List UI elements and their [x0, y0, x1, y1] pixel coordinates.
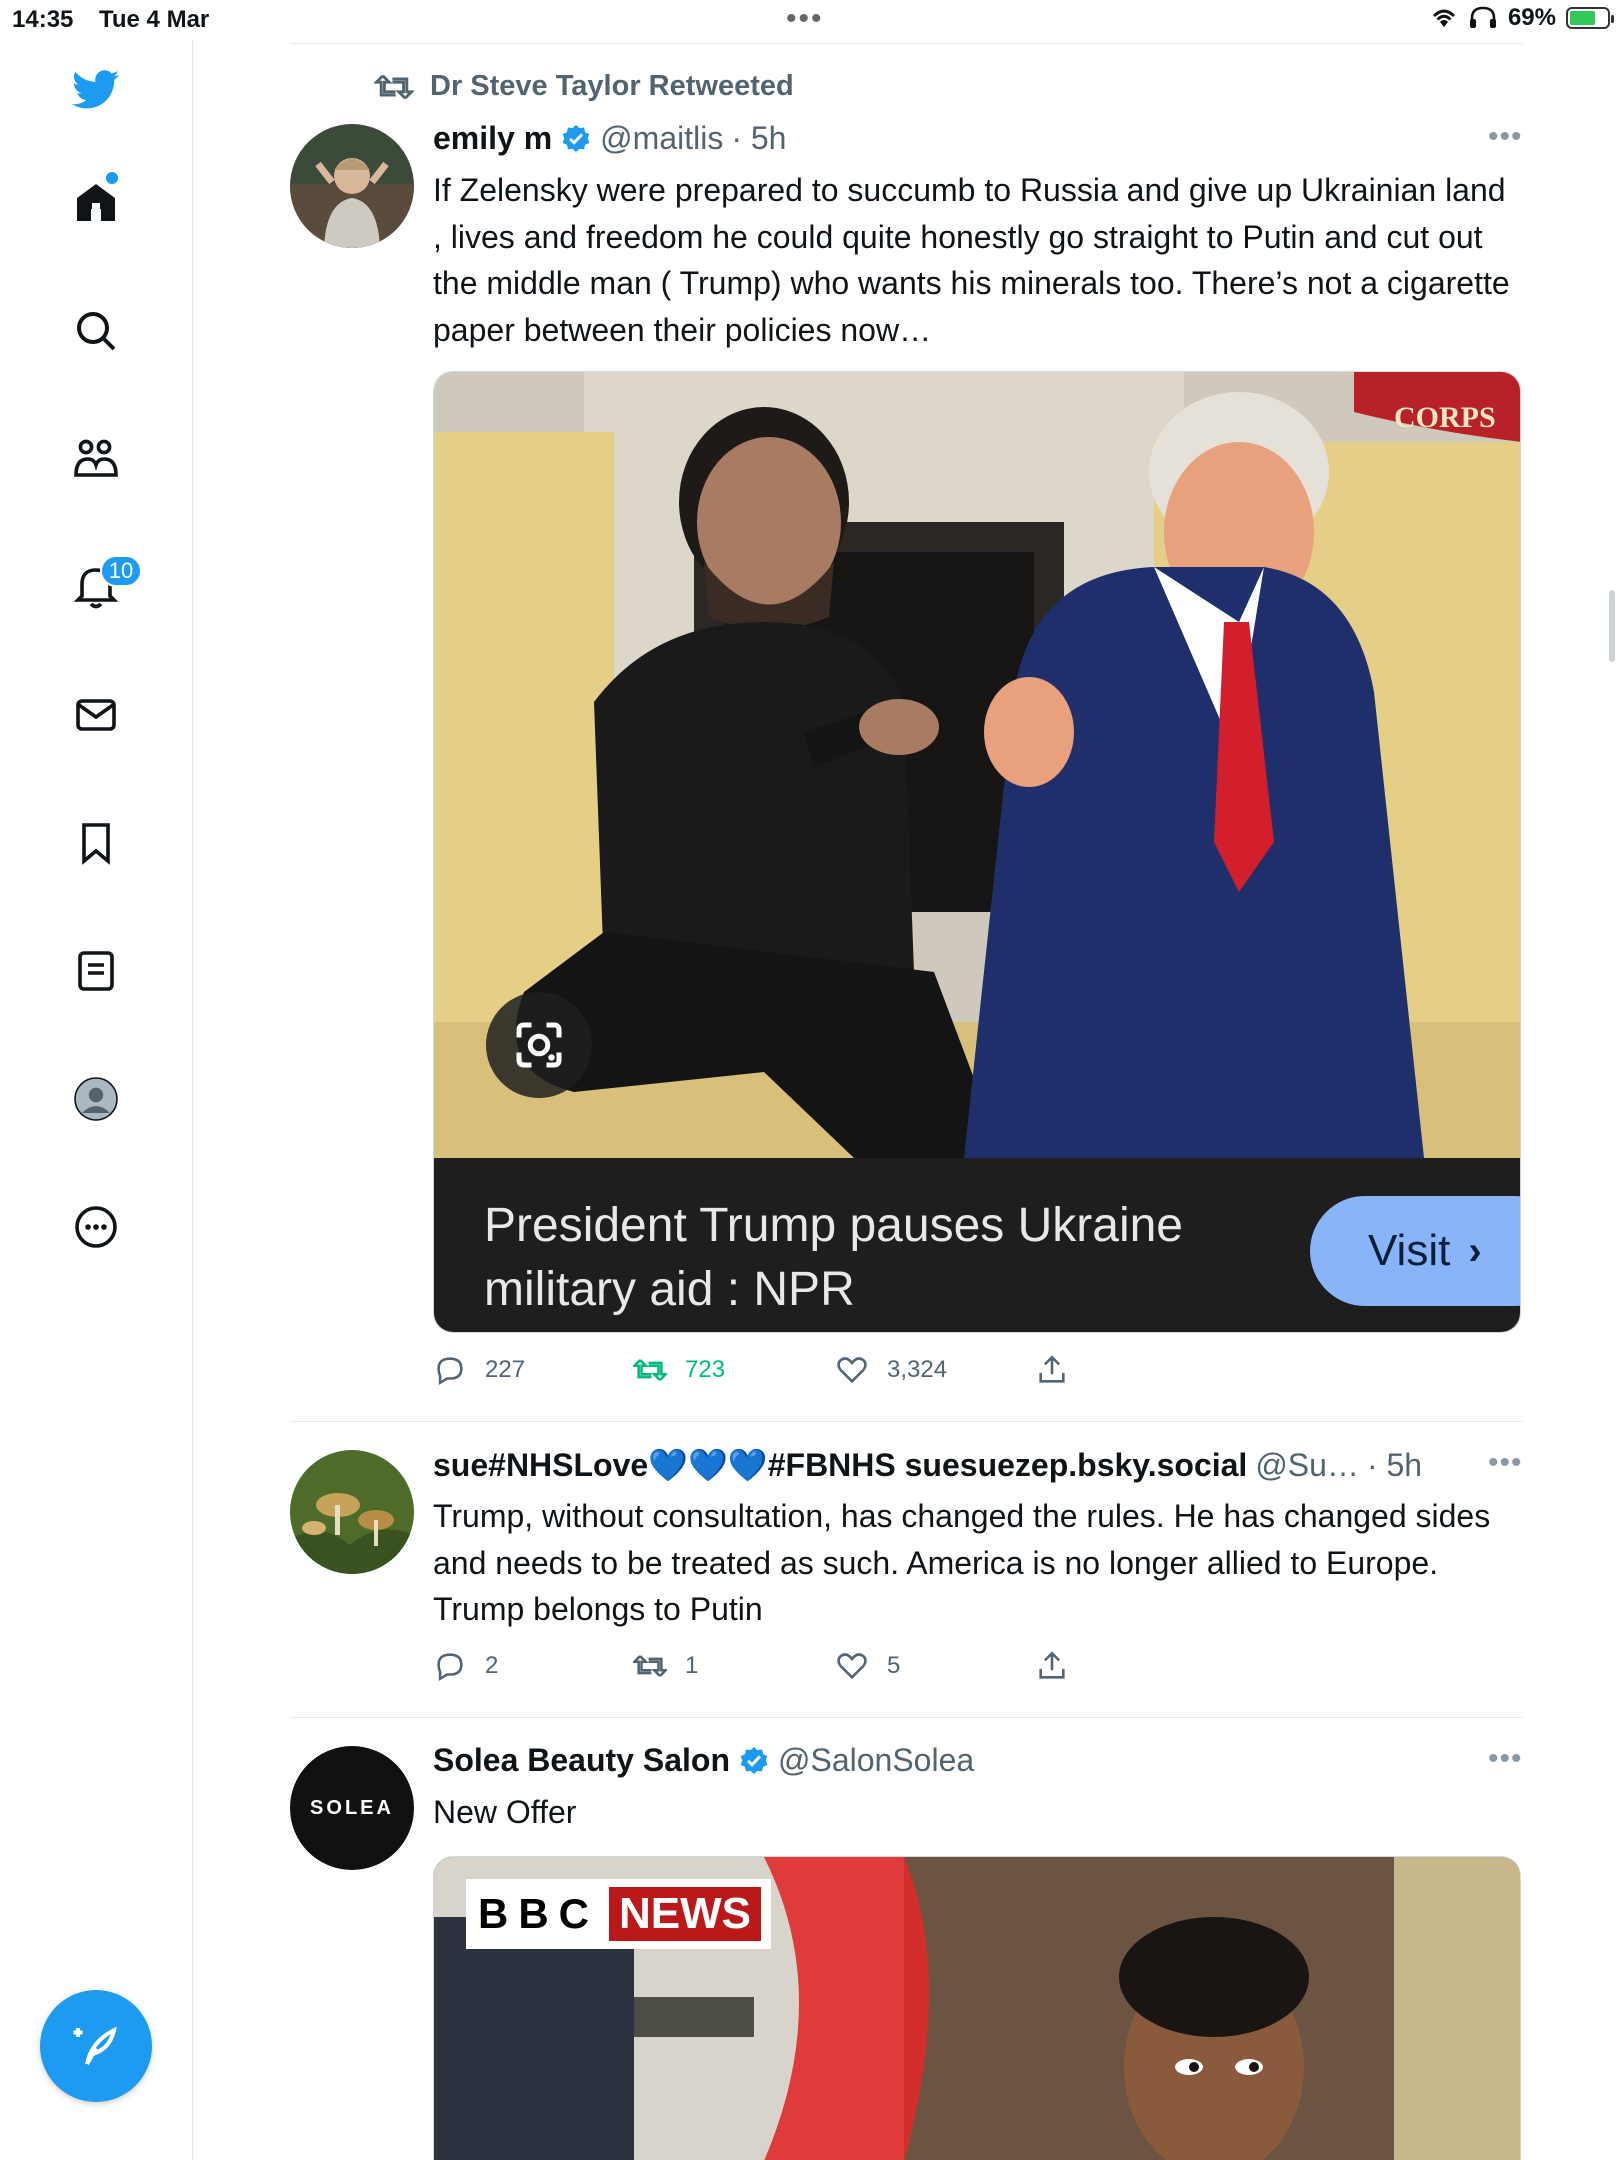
lists-icon[interactable]: [65, 940, 127, 1002]
author-name[interactable]: emily m: [433, 120, 552, 157]
tweet-text: Trump, without consultation, has changed…: [433, 1498, 1491, 1627]
status-bar: 14:35 Tue 4 Mar ••• 69%: [0, 0, 1620, 40]
status-date: Tue 4 Mar: [99, 6, 210, 33]
like-count: 3,324: [887, 1356, 948, 1383]
chevron-right-icon: ›: [1468, 1228, 1482, 1273]
tweet-time[interactable]: · 5h: [1367, 1447, 1422, 1484]
compose-feather-icon: [73, 2026, 117, 2066]
retweet-count: 723: [685, 1356, 726, 1383]
more-options-icon[interactable]: [65, 1196, 127, 1258]
avatar-sue[interactable]: [290, 1450, 414, 1574]
home-icon[interactable]: [65, 172, 127, 234]
retweet-icon: [633, 1655, 667, 1677]
avatar-emily-m[interactable]: [290, 124, 414, 248]
share-button[interactable]: [1035, 1649, 1069, 1683]
tweet-header: sue#NHSLove💙💙💙#FBNHS suesuezep.bsky.soci…: [433, 1446, 1473, 1484]
google-lens-icon[interactable]: [486, 992, 592, 1098]
bookmarks-icon[interactable]: [65, 812, 127, 874]
tweet-header: emily m @maitlis · 5h: [433, 120, 786, 157]
retweet-icon: [374, 74, 414, 99]
tweet-actions: 2 1 5: [433, 1649, 1069, 1683]
avatar-logo-text: SOLEA: [310, 1796, 394, 1819]
retweet-context[interactable]: Dr Steve Taylor Retweeted: [374, 70, 794, 103]
retweeted-by-label: Dr Steve Taylor Retweeted: [430, 70, 794, 102]
retweet-count: 1: [685, 1652, 699, 1679]
author-handle[interactable]: @Su…: [1255, 1447, 1359, 1484]
reply-button[interactable]: 227: [433, 1353, 633, 1387]
scrollbar[interactable]: [1609, 590, 1615, 662]
visit-label: Visit: [1368, 1226, 1451, 1275]
search-icon[interactable]: [65, 300, 127, 362]
tweet-header: Solea Beauty Salon @SalonSolea: [433, 1742, 974, 1779]
headphones-icon: [1469, 6, 1496, 28]
reply-icon: [437, 1653, 463, 1682]
reply-count: 2: [485, 1652, 499, 1679]
heart-icon: [837, 1357, 867, 1384]
notifications-badge: 10: [100, 555, 142, 587]
heart-icon: [837, 1653, 867, 1680]
reply-button[interactable]: 2: [433, 1649, 633, 1683]
compose-tweet-button[interactable]: [40, 1990, 152, 2102]
status-time: 14:35: [12, 6, 74, 33]
reply-icon: [437, 1357, 463, 1386]
verified-badge-icon: [562, 124, 590, 152]
wifi-icon: [1432, 9, 1456, 27]
news-logo-text: NEWS: [609, 1887, 761, 1941]
divider: [290, 1717, 1522, 1718]
card-banner: President Trump pauses Ukraine military …: [434, 1158, 1520, 1332]
multitasking-dots-icon[interactable]: •••: [786, 2, 824, 36]
tweet-actions: 227 723 3,324: [433, 1353, 1069, 1387]
like-count: 5: [887, 1652, 901, 1679]
share-icon: [1039, 1355, 1065, 1383]
author-name[interactable]: Solea Beauty Salon: [433, 1742, 730, 1779]
home-unread-dot: [106, 172, 118, 184]
tweet-time[interactable]: · 5h: [731, 120, 786, 157]
reply-count: 227: [485, 1356, 526, 1383]
tweet-more-icon[interactable]: •••: [1488, 1446, 1523, 1480]
battery-percent: 69%: [1507, 4, 1556, 31]
author-name[interactable]: sue#NHSLove💙💙💙#FBNHS suesuezep.bsky.soci…: [433, 1446, 1247, 1484]
card-headline[interactable]: President Trump pauses Ukraine military …: [484, 1194, 1264, 1322]
battery-icon: [1566, 7, 1614, 29]
tweet-text: New Offer: [433, 1794, 577, 1830]
tweet-text: If Zelensky were prepared to succumb to …: [433, 172, 1510, 348]
share-icon: [1039, 1651, 1065, 1679]
author-handle[interactable]: @maitlis: [600, 120, 723, 157]
card-photo: CORPS: [434, 372, 1520, 1158]
share-button[interactable]: [1035, 1353, 1069, 1387]
bbc-logo-text: BBC: [478, 1890, 599, 1937]
verified-badge-icon: [740, 1746, 768, 1774]
tweet-more-icon[interactable]: •••: [1488, 120, 1523, 154]
profile-icon[interactable]: [65, 1068, 127, 1130]
link-card[interactable]: CORPS President Trump pauses Ukraine mil…: [433, 371, 1521, 1333]
author-handle[interactable]: @SalonSolea: [778, 1742, 974, 1779]
tweet-more-icon[interactable]: •••: [1488, 1742, 1523, 1776]
flag-text: CORPS: [1394, 401, 1496, 434]
status-indicators: 69%: [1430, 4, 1614, 32]
communities-icon[interactable]: [65, 428, 127, 490]
like-button[interactable]: 3,324: [835, 1353, 1035, 1387]
retweet-icon: [633, 1359, 667, 1381]
divider: [290, 1421, 1522, 1422]
avatar-solea[interactable]: SOLEA: [290, 1746, 414, 1870]
divider: [290, 43, 1522, 44]
messages-icon[interactable]: [65, 684, 127, 746]
bbc-news-logo: BBC NEWS: [466, 1879, 771, 1949]
retweet-button[interactable]: 723: [633, 1353, 835, 1387]
visit-button[interactable]: Visit ›: [1310, 1196, 1520, 1306]
retweet-button[interactable]: 1: [633, 1649, 835, 1683]
like-button[interactable]: 5: [835, 1649, 1035, 1683]
twitter-logo-icon[interactable]: [65, 58, 127, 120]
tweet-media[interactable]: BBC NEWS: [433, 1856, 1521, 2160]
